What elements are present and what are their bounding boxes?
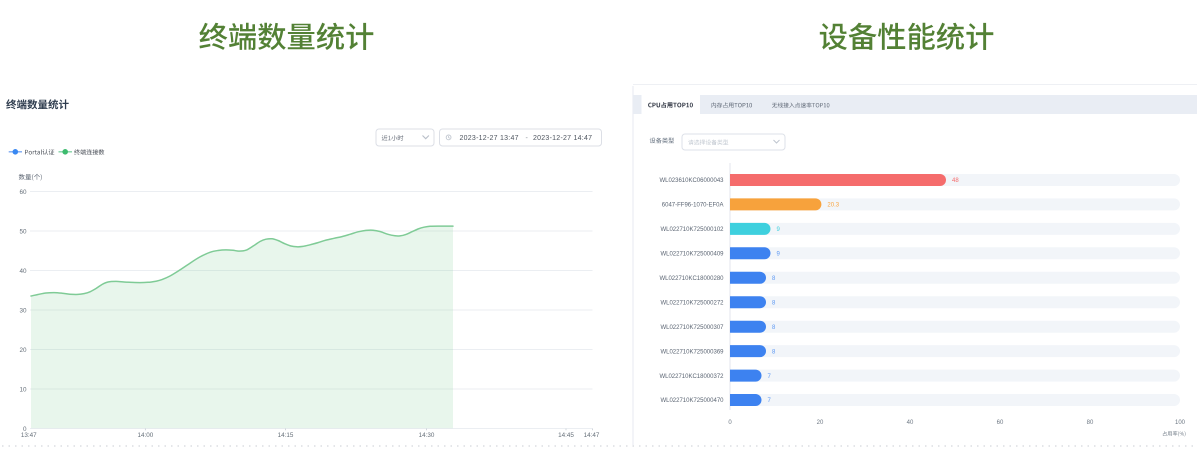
svg-text:14:47: 14:47 xyxy=(584,432,600,439)
svg-text:40: 40 xyxy=(19,268,27,275)
svg-text:50: 50 xyxy=(19,228,27,235)
svg-text:48: 48 xyxy=(952,178,959,184)
svg-text:WL022710KC18000280: WL022710KC18000280 xyxy=(659,276,724,282)
svg-text:WL022710K725000102: WL022710K725000102 xyxy=(660,227,724,233)
svg-text:6047-FF96-1070-EF0A: 6047-FF96-1070-EF0A xyxy=(662,203,724,209)
svg-text:14:30: 14:30 xyxy=(419,432,435,439)
svg-text:100: 100 xyxy=(1175,420,1186,426)
svg-text:WL022710K725000272: WL022710K725000272 xyxy=(660,300,724,306)
svg-text:30: 30 xyxy=(19,307,27,314)
svg-text:10: 10 xyxy=(19,386,27,393)
svg-text:2023-12-27 14:47: 2023-12-27 14:47 xyxy=(533,135,592,142)
svg-text:WL022710KC18000372: WL022710KC18000372 xyxy=(659,374,724,380)
svg-text:WL022710K725000369: WL022710K725000369 xyxy=(660,349,724,355)
svg-text:WL023610KC06000043: WL023610KC06000043 xyxy=(659,178,724,184)
svg-text:80: 80 xyxy=(1087,420,1094,426)
svg-text:20: 20 xyxy=(19,347,27,354)
svg-text:60: 60 xyxy=(19,189,27,196)
svg-text:2023-12-27 13:47: 2023-12-27 13:47 xyxy=(460,135,519,142)
svg-text:20: 20 xyxy=(817,420,824,426)
svg-text:60: 60 xyxy=(997,420,1004,426)
svg-text:14:45: 14:45 xyxy=(558,432,574,439)
svg-text:40: 40 xyxy=(907,420,914,426)
svg-text:13:47: 13:47 xyxy=(21,432,37,439)
svg-text:0: 0 xyxy=(728,420,732,426)
svg-text:20.3: 20.3 xyxy=(827,203,839,209)
svg-text:14:15: 14:15 xyxy=(278,432,294,439)
svg-text:WL022710K725000470: WL022710K725000470 xyxy=(660,398,724,404)
svg-text:WL022710K725000409: WL022710K725000409 xyxy=(660,252,724,258)
svg-text:14:00: 14:00 xyxy=(138,432,154,439)
svg-text:WL022710K725000307: WL022710K725000307 xyxy=(660,325,724,331)
